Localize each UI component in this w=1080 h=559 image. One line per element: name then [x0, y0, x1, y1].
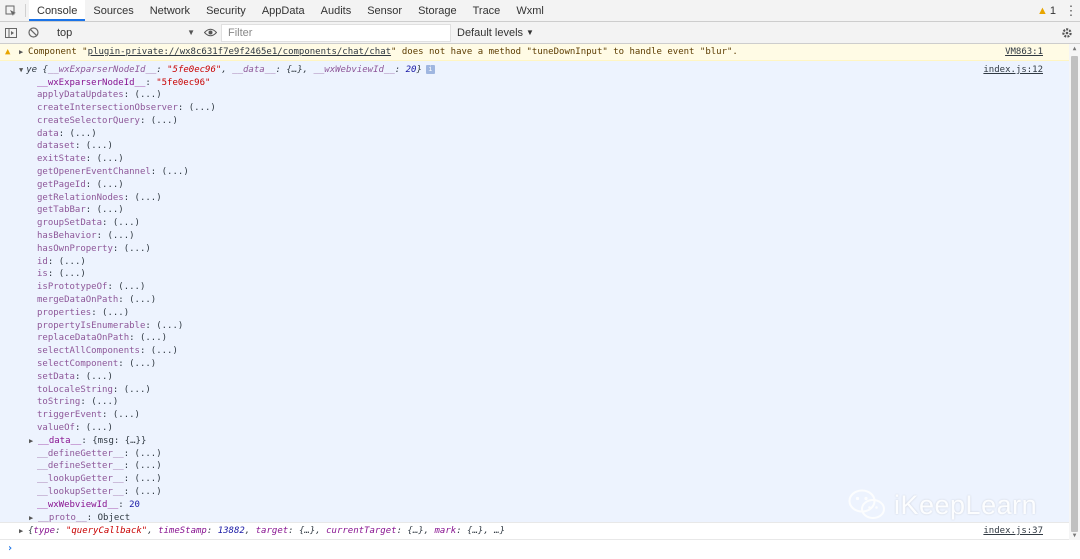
- context-selector[interactable]: top ▼: [51, 24, 199, 42]
- property-row[interactable]: is: (...): [37, 268, 216, 281]
- property-row[interactable]: createSelectorQuery: (...): [37, 115, 216, 128]
- watermark-text: iKeepLearn: [894, 489, 1038, 520]
- console-prompt[interactable]: ›: [0, 540, 1080, 556]
- console-output: ▲ ▶ Component "plugin-private://wx8c631f…: [0, 44, 1080, 559]
- property-row[interactable]: hasBehavior: (...): [37, 230, 216, 243]
- object-header[interactable]: ▼ ye {__wxExparserNodeId__: "5fe0ec96", _…: [19, 64, 435, 76]
- scrollbar-thumb[interactable]: [1071, 56, 1078, 532]
- info-badge-icon[interactable]: i: [425, 65, 435, 74]
- filter-field[interactable]: [221, 23, 451, 42]
- tab-security[interactable]: Security: [198, 0, 254, 21]
- eye-icon[interactable]: [199, 22, 221, 44]
- property-row[interactable]: setData: (...): [37, 371, 216, 384]
- gear-icon[interactable]: [1056, 22, 1078, 44]
- wechat-logo-icon: [848, 489, 885, 519]
- property-row[interactable]: getPageId: (...): [37, 179, 216, 192]
- property-row[interactable]: properties: (...): [37, 307, 216, 320]
- property-row[interactable]: id: (...): [37, 256, 216, 269]
- watermark: iKeepLearn: [848, 489, 1037, 521]
- divider: [25, 4, 26, 17]
- property-row: __wxExparserNodeId__: "5fe0ec96": [37, 77, 211, 88]
- console-toolbar: top ▼ Default levels ▼: [0, 22, 1080, 44]
- property-row[interactable]: __defineGetter__: (...): [37, 448, 216, 461]
- object-log-message: ▼ ye {__wxExparserNodeId__: "5fe0ec96", _…: [0, 61, 1080, 525]
- property-row[interactable]: triggerEvent: (...): [37, 409, 216, 422]
- property-row[interactable]: propertyIsEnumerable: (...): [37, 320, 216, 333]
- expand-arrow-icon[interactable]: ▶: [19, 48, 28, 56]
- property-row[interactable]: groupSetData: (...): [37, 217, 216, 230]
- property-row[interactable]: applyDataUpdates: (...): [37, 89, 216, 102]
- property-list: __wxExparserNodeId__: "5fe0ec96" applyDa…: [29, 77, 216, 525]
- tab-trace[interactable]: Trace: [465, 0, 509, 21]
- clear-console-icon[interactable]: [22, 22, 44, 44]
- scroll-up-arrow-icon[interactable]: ▲: [1070, 45, 1079, 52]
- devtools-tabbar: Console Sources Network Security AppData…: [0, 0, 1080, 22]
- component-link[interactable]: plugin-private://wx8c631f7e9f2465e1/comp…: [88, 47, 391, 57]
- property-row[interactable]: getOpenerEventChannel: (...): [37, 166, 216, 179]
- property-row[interactable]: toString: (...): [37, 396, 216, 409]
- tab-appdata[interactable]: AppData: [254, 0, 313, 21]
- property-row[interactable]: isPrototypeOf: (...): [37, 281, 216, 294]
- expand-arrow-icon[interactable]: ▶: [29, 435, 38, 448]
- property-row[interactable]: valueOf: (...): [37, 422, 216, 435]
- inspect-element-icon[interactable]: [0, 0, 22, 21]
- expand-arrow-icon[interactable]: ▶: [19, 527, 28, 535]
- tab-sensor[interactable]: Sensor: [359, 0, 410, 21]
- log-levels-dropdown[interactable]: Default levels ▼: [457, 27, 534, 39]
- property-row-data[interactable]: ▶ __data__: {msg: {…}}: [29, 435, 216, 448]
- property-row[interactable]: selectAllComponents: (...): [37, 345, 216, 358]
- chevron-down-icon: ▼: [526, 28, 534, 37]
- tab-sources[interactable]: Sources: [85, 0, 141, 21]
- property-row[interactable]: hasOwnProperty: (...): [37, 243, 216, 256]
- property-row[interactable]: __lookupGetter__: (...): [37, 473, 216, 486]
- warning-icon: ▲: [1036, 4, 1048, 17]
- property-row[interactable]: __lookupSetter__: (...): [37, 486, 216, 499]
- property-row[interactable]: mergeDataOnPath: (...): [37, 294, 216, 307]
- property-row[interactable]: replaceDataOnPath: (...): [37, 332, 216, 345]
- property-row[interactable]: createIntersectionObserver: (...): [37, 102, 216, 115]
- property-row[interactable]: exitState: (...): [37, 153, 216, 166]
- chevron-down-icon: ▼: [187, 28, 195, 37]
- property-row[interactable]: getRelationNodes: (...): [37, 192, 216, 205]
- warning-counter[interactable]: ▲ 1: [1037, 0, 1062, 21]
- prompt-chevron-icon: ›: [7, 542, 14, 554]
- tab-console[interactable]: Console: [29, 0, 86, 21]
- warning-message: ▲ ▶ Component "plugin-private://wx8c631f…: [0, 44, 1080, 61]
- scroll-down-arrow-icon[interactable]: ▼: [1070, 532, 1079, 539]
- tab-storage[interactable]: Storage: [410, 0, 465, 21]
- property-row[interactable]: selectComponent: (...): [37, 358, 216, 371]
- event-log-message: ▶ {type: "queryCallback", timeStamp: 138…: [0, 522, 1080, 540]
- more-menu-icon[interactable]: ⋮: [1062, 0, 1080, 21]
- property-row[interactable]: __defineSetter__: (...): [37, 460, 216, 473]
- sidebar-toggle-icon[interactable]: [0, 22, 22, 44]
- collapse-arrow-icon[interactable]: ▼: [19, 66, 23, 74]
- tab-network[interactable]: Network: [142, 0, 198, 21]
- tab-wxml[interactable]: Wxml: [508, 0, 552, 21]
- levels-label: Default levels: [457, 26, 524, 39]
- property-row[interactable]: getTabBar: (...): [37, 204, 216, 217]
- object-source-link[interactable]: index.js:12: [983, 64, 1043, 76]
- event-source-link[interactable]: index.js:37: [983, 526, 1043, 536]
- tab-audits[interactable]: Audits: [313, 0, 360, 21]
- context-value: top: [57, 26, 73, 39]
- property-row[interactable]: toLocaleString: (...): [37, 384, 216, 397]
- property-row: __wxWebviewId__: 20: [37, 499, 140, 510]
- warning-count: 1: [1049, 4, 1056, 17]
- warning-icon: ▲: [5, 47, 11, 57]
- property-row[interactable]: dataset: (...): [37, 140, 216, 153]
- property-row[interactable]: data: (...): [37, 128, 216, 141]
- warning-source-link[interactable]: VM863:1: [1005, 47, 1043, 57]
- filter-input[interactable]: [228, 26, 450, 39]
